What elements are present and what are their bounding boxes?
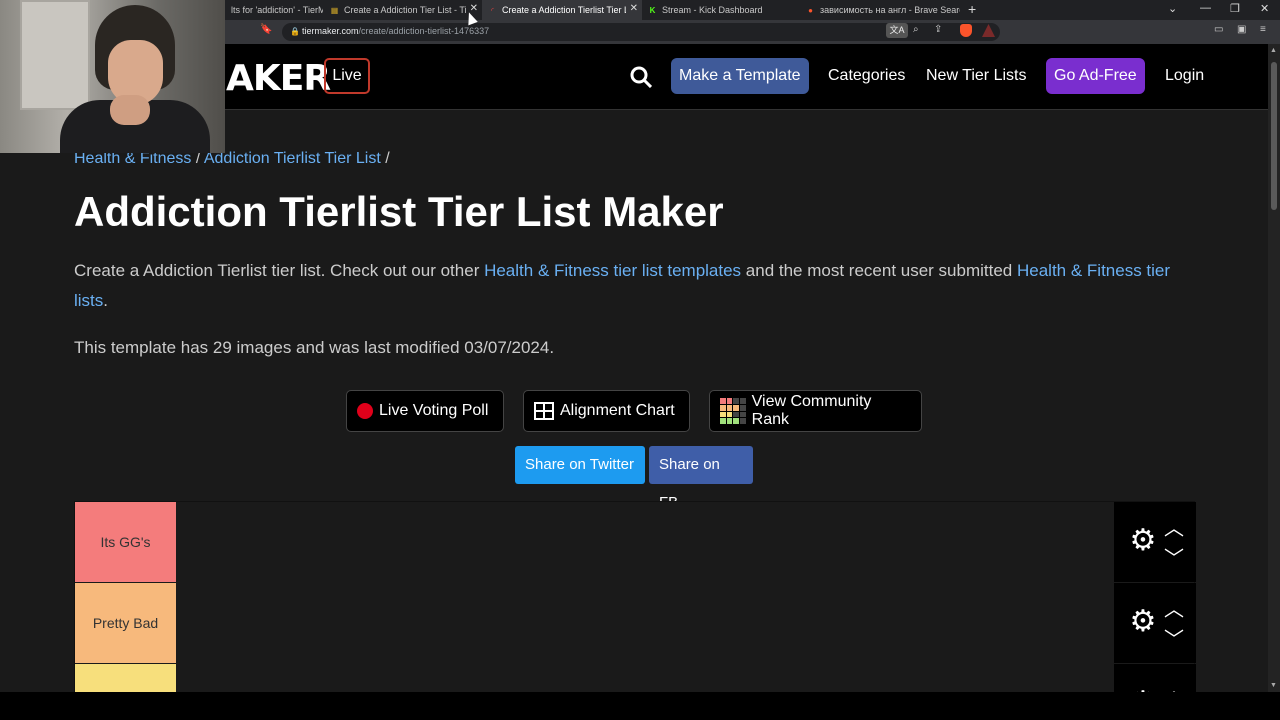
tier-list: Its GG's ⚙ ︿ ﹀ Pretty Bad ⚙ ︿ ﹀ ︿ xyxy=(74,501,1196,692)
live-button[interactable]: Live xyxy=(324,58,370,94)
restore-icon[interactable]: ❐ xyxy=(1230,2,1240,15)
tier-grid-icon xyxy=(720,398,746,424)
chevron-up-icon[interactable]: ︿ xyxy=(1164,512,1184,541)
url-text[interactable]: tiermaker.com/create/addiction-tierlist-… xyxy=(302,26,489,36)
wallet-icon[interactable]: ▣ xyxy=(1237,24,1246,35)
make-template-button[interactable]: Make a Template xyxy=(671,58,809,94)
templates-link[interactable]: Health & Fitness tier list templates xyxy=(484,261,741,280)
bottom-bar xyxy=(0,692,1280,720)
login-link[interactable]: Login xyxy=(1157,58,1212,94)
close-window-icon[interactable]: ✕ xyxy=(1260,2,1269,15)
tier-items-dropzone[interactable] xyxy=(176,664,1114,692)
tier-row: ⚙ ︿ xyxy=(75,664,1196,692)
description-text: and the most recent user submitted xyxy=(741,261,1017,280)
gear-icon[interactable]: ⚙ xyxy=(1128,526,1158,556)
tier-row: Pretty Bad ⚙ ︿ ﹀ xyxy=(75,583,1196,663)
close-tab-icon[interactable]: ✕ xyxy=(630,3,638,14)
tab-search-results[interactable]: lts for 'addiction' - TierMa xyxy=(225,0,323,20)
share-twitter-button[interactable]: Share on Twitter xyxy=(515,446,645,484)
button-label: Live Voting Poll xyxy=(379,402,489,419)
tier-row: Its GG's ⚙ ︿ ﹀ xyxy=(75,502,1196,582)
new-tier-lists-link[interactable]: New Tier Lists xyxy=(918,58,1034,94)
tab-title: Stream - Kick Dashboard xyxy=(662,5,763,15)
lock-icon[interactable]: 🔒 xyxy=(290,27,300,36)
chevron-up-icon[interactable]: ︿ xyxy=(1164,593,1184,622)
tab-search-chevron-icon[interactable]: ⌄ xyxy=(1168,2,1177,15)
chevron-down-icon[interactable]: ﹀ xyxy=(1164,623,1184,652)
description-text: Create a Addiction Tierlist tier list. C… xyxy=(74,261,485,280)
zoom-icon[interactable]: ⌕ xyxy=(913,24,919,35)
scroll-down-arrow-icon[interactable]: ▼ xyxy=(1270,682,1277,689)
tab-title: зависимость на англ - Brave Search xyxy=(820,5,960,15)
tab-addiction-tier-list[interactable]: ▦ Create a Addiction Tier List - TierMa … xyxy=(324,0,482,20)
share-icon[interactable]: ⇪ xyxy=(934,24,942,35)
tab-brave-search[interactable]: ● зависимость на англ - Brave Search xyxy=(800,0,960,20)
breadcrumb-list-link[interactable]: Addiction Tierlist Tier List xyxy=(204,150,381,167)
tab-kick-dashboard[interactable]: K Stream - Kick Dashboard xyxy=(642,0,798,20)
minimize-icon[interactable]: — xyxy=(1200,2,1211,14)
share-fb-button[interactable]: Share on FB xyxy=(649,446,753,511)
translate-icon[interactable]: 文A xyxy=(886,23,908,38)
tier-items-dropzone[interactable] xyxy=(176,583,1114,663)
button-label: View Community Rank xyxy=(751,393,872,428)
tier-label[interactable]: Pretty Bad xyxy=(75,583,176,663)
menu-icon[interactable]: ≡ xyxy=(1260,24,1266,35)
tiermaker-logo[interactable]: AKER xyxy=(226,58,331,99)
gear-icon[interactable]: ⚙ xyxy=(1128,607,1158,637)
grid-icon xyxy=(534,402,554,420)
new-tab-icon[interactable]: + xyxy=(968,1,976,17)
go-ad-free-button[interactable]: Go Ad-Free xyxy=(1046,58,1145,94)
tab-title: Create a Addiction Tier List - TierMa xyxy=(344,5,466,15)
loading-favicon-icon: ◜ xyxy=(490,5,495,15)
tier-controls: ⚙ ︿ ﹀ xyxy=(1114,583,1196,663)
tier-label[interactable] xyxy=(75,664,176,692)
breadcrumb-separator: / xyxy=(380,150,390,167)
sidebar-icon[interactable]: ▭ xyxy=(1214,24,1223,35)
chevron-up-icon[interactable]: ︿ xyxy=(1164,674,1184,692)
alignment-chart-button[interactable]: Alignment Chart xyxy=(523,390,690,432)
scroll-thumb[interactable] xyxy=(1271,62,1277,210)
button-label: Alignment Chart xyxy=(560,402,675,419)
search-icon[interactable] xyxy=(630,66,652,88)
view-community-rank-button[interactable]: View Community Rank xyxy=(709,390,922,432)
tab-addiction-tierlist[interactable]: ◜ Create a Addiction Tierlist Tier Lis ✕ xyxy=(482,0,642,20)
description-text: . xyxy=(103,291,109,310)
tier-label[interactable]: Its GG's xyxy=(75,502,176,582)
bookmark-icon[interactable]: 🔖 xyxy=(260,24,272,35)
categories-link[interactable]: Categories xyxy=(820,58,913,94)
record-dot-icon xyxy=(357,403,373,419)
tier-controls: ⚙ ︿ ﹀ xyxy=(1114,502,1196,582)
page-title: Addiction Tierlist Tier List Maker xyxy=(74,188,724,235)
chevron-down-icon[interactable]: ﹀ xyxy=(1164,542,1184,571)
page-scrollbar[interactable]: ▲ ▼ xyxy=(1268,44,1280,692)
brave-search-favicon-icon: ● xyxy=(808,5,813,15)
tiermaker-favicon-icon: ▦ xyxy=(330,5,339,15)
template-meta: This template has 29 images and was last… xyxy=(74,338,555,357)
webcam-overlay xyxy=(0,0,225,153)
tier-items-dropzone[interactable] xyxy=(176,502,1114,582)
scroll-up-arrow-icon[interactable]: ▲ xyxy=(1270,47,1277,54)
tier-controls: ⚙ ︿ xyxy=(1114,664,1196,692)
kick-favicon-icon: K xyxy=(649,5,656,15)
brave-shields-icon[interactable] xyxy=(960,24,972,37)
browser-window: lts for 'addiction' - TierMa ▦ Create a … xyxy=(0,0,1280,720)
tab-title: lts for 'addiction' - TierMa xyxy=(231,5,323,15)
page-description: Create a Addiction Tierlist tier list. C… xyxy=(74,256,1194,316)
live-voting-poll-button[interactable]: Live Voting Poll xyxy=(346,390,504,432)
tab-title: Create a Addiction Tierlist Tier Lis xyxy=(502,5,626,15)
